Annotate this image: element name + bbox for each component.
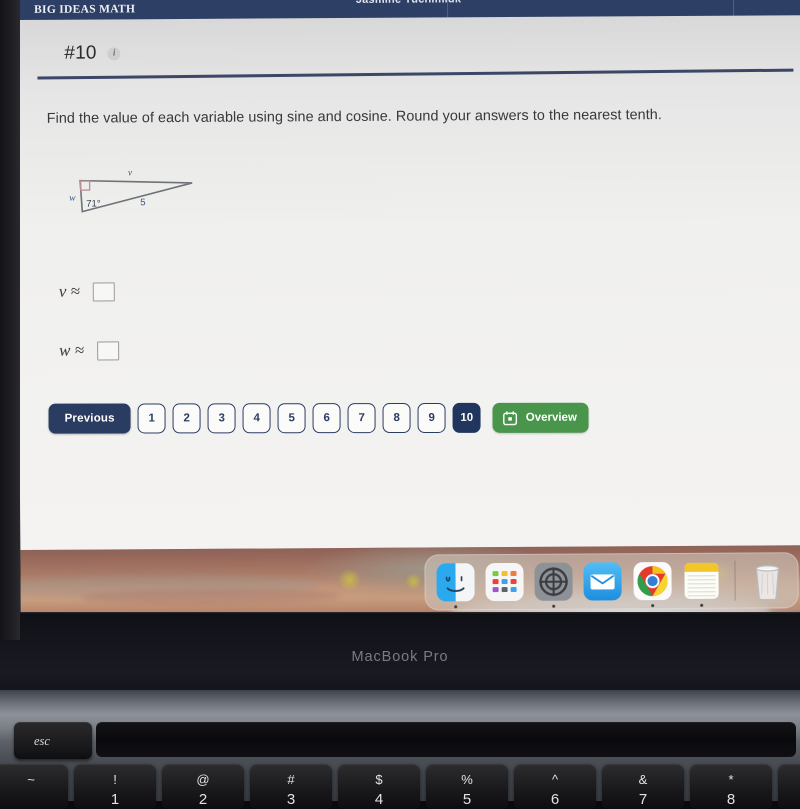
header-rule [37,69,793,80]
triangle-figure: v w 71° 5 [56,161,216,232]
notes-running-dot [700,604,703,607]
key-8[interactable]: * 8 [690,764,772,809]
answer-input-w[interactable] [97,341,119,360]
question-number-row: #10 i [64,42,120,64]
page-button-4[interactable]: 4 [243,403,271,433]
answer-label-v: v ≈ [59,282,80,302]
overview-button-label: Overview [526,412,577,424]
key-2-symbol: @ [162,773,244,786]
macos-dock [424,552,798,610]
label-hypotenuse: 5 [140,197,145,208]
touch-bar[interactable] [96,722,796,757]
dock-separator [734,561,735,601]
trash-icon[interactable] [747,559,789,601]
finder-icon[interactable] [434,561,476,603]
key-1-symbol: ! [74,773,156,786]
laptop-screen: BIG IDEAS MATH Jasmine Yuchimiuk #10 i F… [17,0,800,622]
key-6-number: 6 [514,792,596,807]
page-button-9[interactable]: 9 [418,403,446,433]
chrome-icon[interactable] [632,560,674,602]
previous-button[interactable]: Previous [49,403,131,433]
key-4-number: 4 [338,792,420,807]
answer-row-v: v ≈ [59,281,115,301]
key-7[interactable]: & 7 [602,764,684,809]
key-9[interactable] [778,764,800,809]
key-2[interactable]: @ 2 [162,764,244,809]
answer-row-w: w ≈ [59,340,119,360]
key-5-symbol: % [426,773,508,786]
chrome-running-dot [651,604,654,607]
key-7-number: 7 [602,792,684,807]
answer-input-v[interactable] [93,282,115,301]
macbook-model-label: MacBook Pro [0,649,800,665]
right-angle-marker [81,181,90,190]
key-tilde-symbol: ~ [0,773,68,786]
page-button-8[interactable]: 8 [383,403,411,433]
overview-button[interactable]: Overview [493,403,589,433]
key-5-number: 5 [426,792,508,807]
photograph-of-laptop: BIG IDEAS MATH Jasmine Yuchimiuk #10 i F… [0,0,800,801]
key-6[interactable]: ^ 6 [514,764,596,809]
keyboard: esc ~ ! 1 @ 2 # 3 $ 4 % 5 ^ 6 [0,708,800,801]
notes-icon[interactable] [681,560,723,602]
question-content-area: #10 i Find the value of each variable us… [17,15,800,550]
key-6-symbol: ^ [514,773,596,786]
mail-icon[interactable] [582,560,624,602]
screen-bezel-left [0,0,20,640]
header-divider-right [733,0,734,16]
label-angle: 71° [86,198,101,209]
key-8-number: 8 [690,792,772,807]
label-v: v [128,168,133,178]
key-8-symbol: * [690,773,772,786]
key-3-symbol: # [250,773,332,786]
key-1[interactable]: ! 1 [74,764,156,809]
launchpad-icon[interactable] [484,561,526,603]
info-icon[interactable]: i [108,47,121,60]
system-preferences-icon[interactable] [533,561,575,603]
key-tilde[interactable]: ~ [0,764,68,809]
page-button-2[interactable]: 2 [173,403,201,433]
key-3-number: 3 [250,792,332,807]
key-1-number: 1 [74,792,156,807]
user-name: Jasmine Yuchimiuk [17,0,800,8]
key-esc[interactable]: esc [14,722,92,759]
pagination-bar: Previous 1 2 3 4 5 6 7 8 9 10 [49,403,589,434]
finder-running-dot [454,605,457,608]
key-esc-label: esc [34,734,50,749]
key-4-symbol: $ [338,773,420,786]
key-5[interactable]: % 5 [426,764,508,809]
label-w: w [69,194,76,204]
answer-label-w: w ≈ [59,341,84,361]
question-prompt: Find the value of each variable using si… [47,105,757,129]
syspref-running-dot [552,605,555,608]
page-button-6[interactable]: 6 [313,403,341,433]
calendar-icon [503,410,518,425]
page-button-1[interactable]: 1 [138,403,166,433]
key-2-number: 2 [162,792,244,807]
key-3[interactable]: # 3 [250,764,332,809]
page-button-5[interactable]: 5 [278,403,306,433]
key-4[interactable]: $ 4 [338,764,420,809]
chin-top-edge [0,612,800,615]
key-7-symbol: & [602,773,684,786]
page-button-3[interactable]: 3 [208,403,236,433]
page-title: #10 [64,43,96,65]
page-button-7[interactable]: 7 [348,403,376,433]
page-button-10[interactable]: 10 [453,403,481,433]
